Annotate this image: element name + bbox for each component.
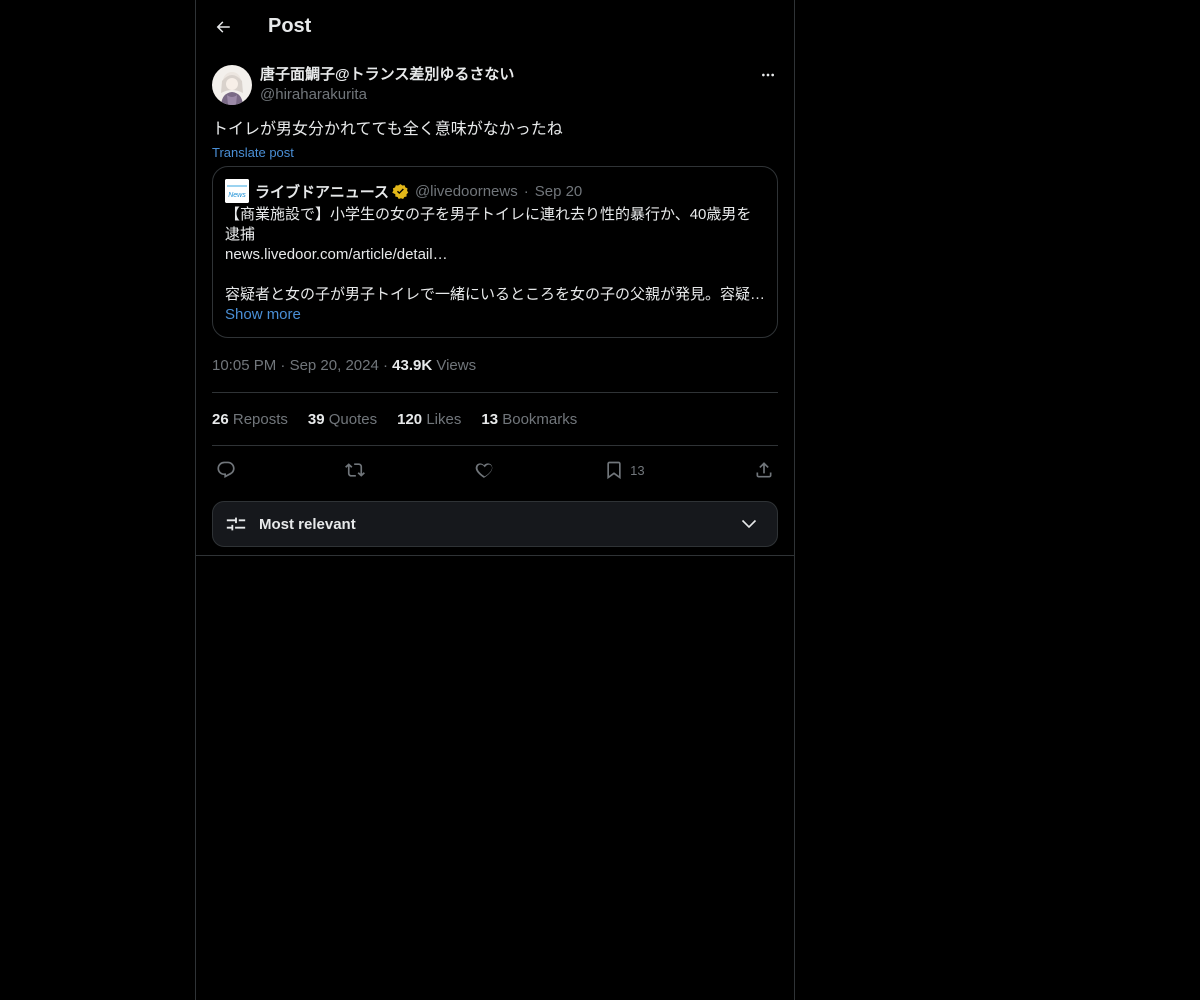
post-time[interactable]: 10:05 PM	[212, 357, 276, 374]
bookmark-icon	[607, 461, 621, 480]
likes-label: Likes	[426, 410, 462, 428]
more-horizontal-icon	[762, 73, 774, 77]
separator-dot: ·	[523, 182, 529, 200]
quoted-text-truncated: 容疑者と女の子が男子トイレで一緒にいるところを女の子の父親が発見。容疑…	[225, 286, 765, 303]
show-more-link[interactable]: Show more	[225, 305, 765, 325]
reposts-count: 26	[212, 410, 229, 428]
post-meta: 10:05 PM · Sep 20, 2024 · 43.9K Views	[212, 356, 778, 393]
post-date[interactable]: Sep 20, 2024	[290, 357, 379, 374]
views-count[interactable]: 43.9K	[392, 357, 432, 374]
chevron-down-icon	[741, 519, 757, 529]
reposts-label: Reposts	[232, 410, 288, 428]
quotes-label: Quotes	[328, 410, 378, 428]
verified-badge-icon	[392, 183, 409, 200]
quoted-link[interactable]: news.livedoor.com/article/detail…	[225, 245, 765, 265]
bookmarks-stat[interactable]: 13 Bookmarks	[481, 411, 577, 428]
avatar-image	[212, 65, 252, 105]
main-column: Post 唐子面鯛子@トランス差別ゆるさない @hiraharakurita ト…	[195, 0, 795, 1000]
views-label: Views	[436, 357, 477, 374]
avatar[interactable]	[212, 65, 252, 105]
action-bar: 13	[212, 446, 778, 494]
quoted-handle: @livedoornews	[414, 182, 518, 200]
replies-sort-dropdown[interactable]: Most relevant	[212, 501, 778, 547]
repost-button[interactable]	[345, 460, 366, 480]
quotes-count: 39	[307, 410, 325, 428]
livedoor-news-logo: News	[225, 179, 249, 203]
logo-text: News	[228, 192, 246, 199]
quoted-display-name: ライブドアニュース	[255, 183, 389, 201]
translate-post-link[interactable]: Translate post	[212, 144, 778, 162]
author-row: 唐子面鯛子@トランス差別ゆるさない @hiraharakurita	[212, 53, 778, 109]
post-text: トイレが男女分かれてても全く意味がなかったね	[212, 121, 563, 138]
back-button[interactable]	[212, 16, 234, 38]
quoted-text-line: 【商業施設で】小学生の女の子を男子トイレに連れ去り性的暴行か、40歳男を逮捕	[225, 206, 752, 243]
likes-count: 120	[397, 410, 423, 428]
quoted-avatar[interactable]: News	[225, 179, 249, 203]
separator-dot: ·	[280, 357, 286, 374]
author-display-name[interactable]: 唐子面鯛子@トランス差別ゆるさない	[260, 65, 514, 85]
bookmark-button[interactable]: 13	[604, 460, 645, 480]
engagement-stats: 26 Reposts 39 Quotes 120 Likes 13 Bookma…	[212, 393, 778, 446]
sliders-icon	[226, 517, 246, 531]
separator-dot: ·	[382, 357, 388, 374]
quoted-post[interactable]: News ライブドアニュース @livedoornews · Sep 20 【商…	[212, 166, 778, 338]
page-header: Post	[196, 0, 794, 53]
likes-stat[interactable]: 120 Likes	[397, 411, 461, 428]
quoted-date[interactable]: Sep 20	[535, 183, 583, 200]
reposts-stat[interactable]: 26 Reposts	[212, 411, 288, 428]
page-title: Post	[268, 15, 312, 37]
quoted-body: 【商業施設で】小学生の女の子を男子トイレに連れ去り性的暴行か、40歳男を逮捕 n…	[225, 205, 765, 305]
author-info: 唐子面鯛子@トランス差別ゆるさない @hiraharakurita	[260, 65, 514, 105]
like-button[interactable]	[475, 460, 495, 480]
bookmark-count: 13	[630, 462, 645, 478]
bookmarks-label: Bookmarks	[502, 410, 578, 428]
author-handle[interactable]: @hiraharakurita	[260, 85, 514, 105]
quoted-post-header: News ライブドアニュース @livedoornews · Sep 20	[225, 179, 765, 203]
more-options-button[interactable]	[758, 65, 778, 85]
quotes-stat[interactable]: 39 Quotes	[308, 411, 377, 428]
reply-icon	[217, 461, 235, 478]
reply-button[interactable]	[216, 460, 236, 480]
repost-icon	[345, 463, 366, 477]
share-icon	[756, 462, 772, 478]
bookmarks-count: 13	[481, 410, 499, 428]
heart-icon	[475, 463, 493, 478]
post: 唐子面鯛子@トランス差別ゆるさない @hiraharakurita トイレが男女…	[196, 53, 794, 556]
share-button[interactable]	[754, 460, 774, 480]
sort-label: Most relevant	[259, 515, 356, 533]
arrow-left-icon	[216, 20, 230, 33]
